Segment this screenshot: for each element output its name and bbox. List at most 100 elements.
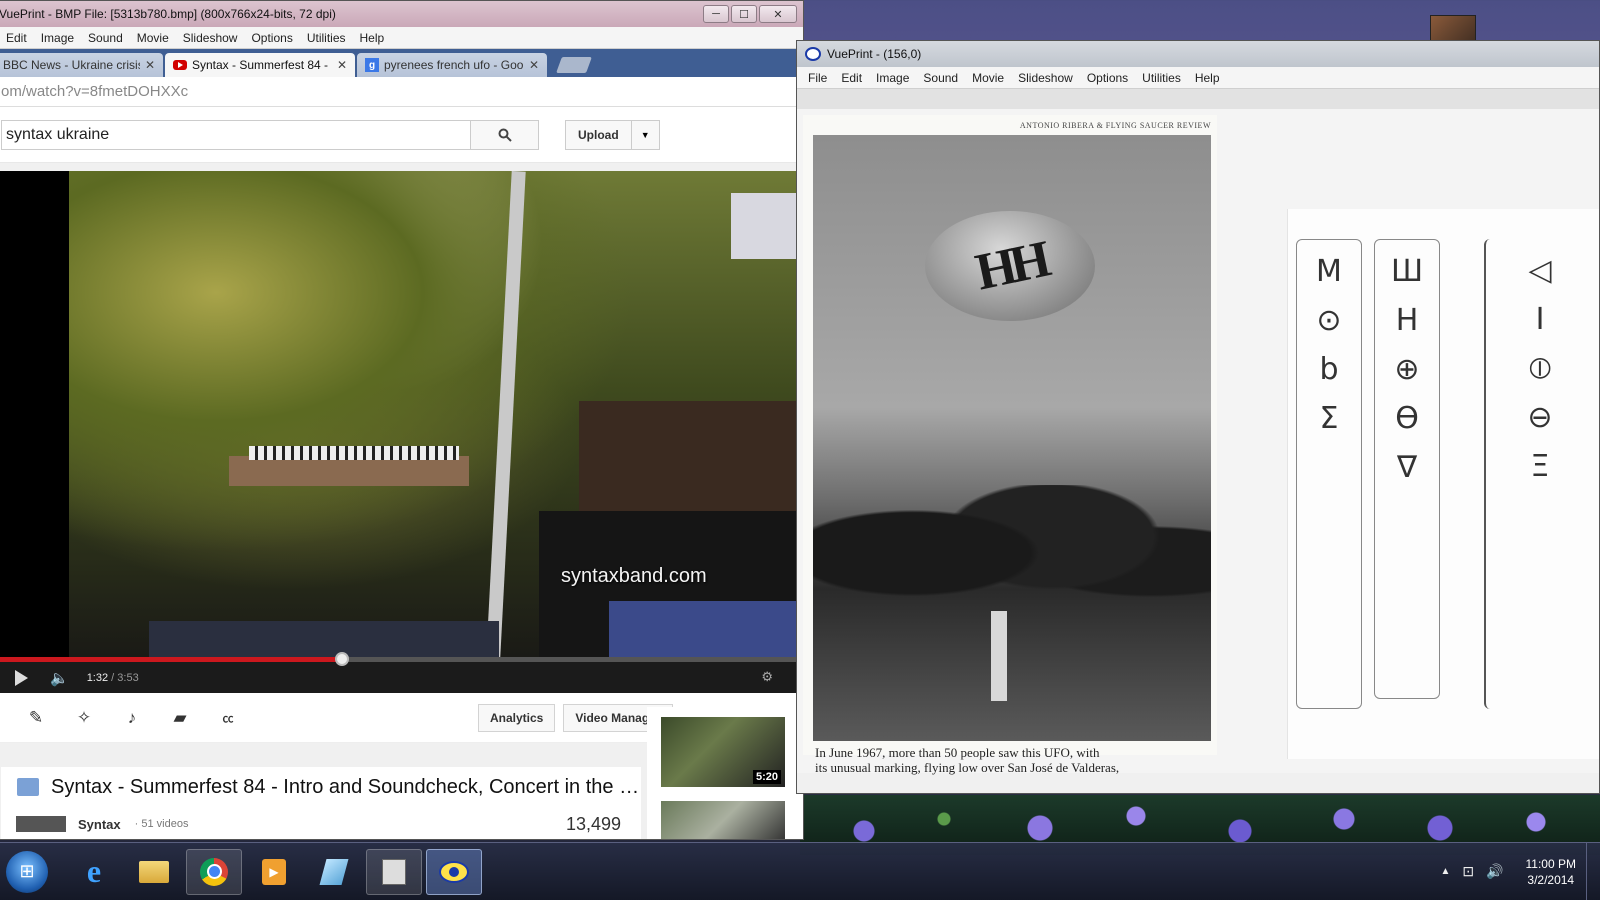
tab-close-icon[interactable]: ✕ [529,58,539,72]
menu-utilities[interactable]: Utilities [1135,71,1188,85]
left-window-title: VuePrint - BMP File: [5313b780.bmp] (800… [0,7,336,21]
related-video-thumb[interactable] [661,801,785,839]
tab-youtube-syntax[interactable]: Syntax - Summerfest 84 - I ✕ [165,53,355,77]
taskbar-vueprint[interactable] [426,848,482,895]
edit-pencil-icon[interactable]: ✎ [12,708,60,728]
taskbar-calculator[interactable] [366,848,422,895]
menu-image[interactable]: Image [34,31,81,45]
menu-image[interactable]: Image [869,71,916,85]
taskbar-app[interactable] [306,849,362,895]
calculator-icon [382,858,406,885]
video-title-row: Syntax - Summerfest 84 - Intro and Sound… [1,767,641,807]
glyph-symbol: H [1395,303,1419,338]
tab-bbc-news[interactable]: BBC News - Ukraine crisis: ✕ [0,53,163,77]
time-display: 1:32 / 3:53 [87,672,139,684]
vueprint-image-window: VuePrint - (156,0) File Edit Image Sound… [796,40,1600,794]
right-window-titlebar[interactable]: VuePrint - (156,0) [797,41,1599,67]
minimize-button[interactable]: ─ [703,5,729,23]
amp-cabinet [579,401,803,511]
upload-button[interactable]: Upload [565,119,632,150]
internet-explorer-icon: e [86,853,102,889]
show-desktop-button[interactable] [1586,842,1600,900]
menu-movie[interactable]: Movie [130,31,176,45]
menu-slideshow[interactable]: Slideshow [176,31,245,45]
glyph-symbol: ⊙ [1316,303,1342,338]
search-button[interactable] [471,119,539,150]
audio-note-icon[interactable]: ♪ [108,708,156,728]
menu-movie[interactable]: Movie [965,71,1011,85]
menu-edit[interactable]: Edit [834,71,869,85]
start-button[interactable]: ⊞ [6,850,48,893]
left-window-titlebar[interactable]: VuePrint - BMP File: [5313b780.bmp] (800… [0,1,803,27]
taskbar-ie[interactable]: e [66,849,122,895]
page-header: ANTONIO RIBERA & FLYING SAUCER REVIEW [1019,121,1211,130]
glyph-symbol: ◁ [1528,253,1552,288]
progress-bar[interactable] [0,652,803,666]
taskbar: ⊞ e ▶ ▲ ⊡ 🔊 11:00 PM 3/2/2014 [0,842,1600,900]
right-menubar: File Edit Image Sound Movie Slideshow Op… [797,67,1599,89]
chrome-icon [200,857,228,886]
canvas-top-strip [797,89,1599,109]
menu-help[interactable]: Help [1188,71,1227,85]
channel-avatar[interactable] [16,816,66,832]
tray-expand-icon[interactable]: ▲ [1440,866,1450,877]
new-tab-button[interactable] [556,57,592,73]
ufo-marking: HH [970,230,1050,302]
clock[interactable]: 11:00 PM 3/2/2014 [1526,856,1576,888]
captions-cc-icon[interactable]: ㏄ [204,710,252,726]
menu-slideshow[interactable]: Slideshow [1011,71,1080,85]
current-time: 1:32 [86,672,109,684]
volume-icon[interactable]: 🔈 [50,669,69,687]
related-video-thumb[interactable]: 5:20 [661,717,785,787]
glyph-symbol: Ξ [1530,449,1550,484]
network-icon[interactable]: ⊡ [1462,863,1474,880]
upload-dropdown-icon[interactable]: ▼ [631,119,660,150]
tab-close-icon[interactable]: ✕ [145,58,155,72]
clock-date: 3/2/2014 [1527,872,1575,887]
glyph-symbol: ∇ [1396,450,1418,485]
system-tray: ▲ ⊡ 🔊 [1440,863,1503,880]
taskbar-chrome[interactable] [186,848,242,895]
glyph-symbol: b [1319,352,1339,387]
vueprint-eye-icon [805,47,821,61]
search-value: syntax ukraine [6,125,110,143]
maximize-button[interactable]: ☐ [731,5,757,23]
image-canvas[interactable]: ANTONIO RIBERA & FLYING SAUCER REVIEW HH… [797,89,1599,775]
tab-label: pyrenees french ufo - Goo [384,58,524,72]
enhance-wand-icon[interactable]: ✧ [60,708,108,728]
menu-file[interactable]: File [801,71,834,85]
menu-options[interactable]: Options [1080,71,1135,85]
progress-knob[interactable] [335,652,350,666]
taskbar-media[interactable]: ▶ [246,849,302,895]
channel-name[interactable]: Syntax [78,817,121,832]
youtube-header: syntax ukraine Upload ▼ [0,107,803,163]
volume-icon[interactable]: 🔊 [1486,863,1503,880]
tab-close-icon[interactable]: ✕ [337,58,347,72]
search-icon [498,128,512,142]
menu-help[interactable]: Help [353,31,392,45]
menu-sound[interactable]: Sound [916,71,965,85]
play-icon[interactable] [15,670,28,686]
annotations-icon[interactable]: ▰ [156,708,204,728]
menu-options[interactable]: Options [244,31,299,45]
keyboard-stand [229,456,469,486]
video-player[interactable]: syntaxband.com [0,171,803,657]
scanned-page: ANTONIO RIBERA & FLYING SAUCER REVIEW HH… [803,115,1217,775]
glyph-symbol: I [1535,302,1545,337]
tab-google-search[interactable]: g pyrenees french ufo - Goo ✕ [357,53,547,77]
taskbar-explorer[interactable] [126,849,182,895]
address-bar[interactable]: om/watch?v=8fmetDOHXXc [0,77,803,107]
search-input[interactable]: syntax ukraine [1,119,471,150]
close-button[interactable]: ✕ [759,5,797,23]
glyph-column: Ш H ⊕ Ɵ ∇ [1374,239,1440,699]
menu-utilities[interactable]: Utilities [300,31,353,45]
channel-row: Syntax · 51 videos 13,499 [1,807,641,839]
menu-sound[interactable]: Sound [81,31,130,45]
vueprint-eye-icon [439,860,469,883]
menu-edit[interactable]: Edit [0,31,34,45]
analytics-button[interactable]: Analytics [478,703,556,732]
caption-line: its unusual marking, flying low over San… [815,760,1120,775]
browser-tabbar: BBC News - Ukraine crisis: ✕ Syntax - Su… [0,49,803,77]
glyph-scan: M ⊙ b Ʃ Ш H ⊕ Ɵ ∇ ◁ I ⦶ ⊖ Ξ [1287,209,1599,759]
settings-icon[interactable]: ⚙ [761,669,773,685]
